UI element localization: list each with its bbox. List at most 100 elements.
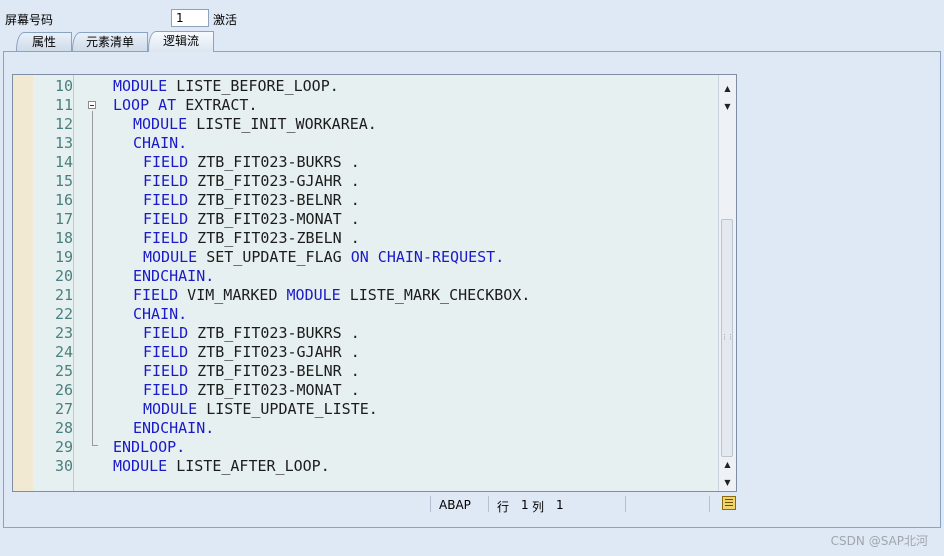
- code-editor[interactable]: 10 MODULE LISTE_BEFORE_LOOP. 11 LOOP AT EXT…: [12, 74, 737, 492]
- code-line[interactable]: 27 MODULE LISTE_UPDATE_LISTE.: [13, 400, 721, 419]
- screen-number-label: 屏幕号码: [5, 13, 54, 27]
- identifier-token: ZTB_FIT023-MONAT .: [188, 381, 360, 399]
- screen-number-input[interactable]: [171, 9, 209, 27]
- line-number: 16: [54, 191, 73, 209]
- tab-attributes[interactable]: 属性: [16, 32, 72, 51]
- code-text: MODULE LISTE_INIT_WORKAREA.: [133, 115, 377, 134]
- code-line[interactable]: 29 ENDLOOP.: [13, 438, 721, 457]
- code-line[interactable]: 17 FIELD ZTB_FIT023-MONAT .: [13, 210, 721, 229]
- line-number: 18: [54, 229, 73, 247]
- code-text: LOOP AT EXTRACT.: [113, 96, 258, 115]
- identifier-token: ZTB_FIT023-BUKRS .: [188, 153, 360, 171]
- line-number: 17: [54, 210, 73, 228]
- keyword-token: MODULE: [143, 400, 198, 418]
- status-separator: [709, 496, 710, 512]
- line-number: 20: [54, 267, 73, 285]
- code-line[interactable]: 18 FIELD ZTB_FIT023-ZBELN .: [13, 229, 721, 248]
- collapse-box-icon[interactable]: [88, 101, 96, 109]
- triangle-up-icon[interactable]: ▲: [719, 457, 736, 473]
- code-line[interactable]: 15 FIELD ZTB_FIT023-GJAHR .: [13, 172, 721, 191]
- line-number: 27: [54, 400, 73, 418]
- identifier-token: ZTB_FIT023-GJAHR .: [188, 343, 360, 361]
- code-line[interactable]: 10 MODULE LISTE_BEFORE_LOOP.: [13, 77, 721, 96]
- status-col-label: 列: [532, 500, 545, 514]
- code-line[interactable]: 24 FIELD ZTB_FIT023-GJAHR .: [13, 343, 721, 362]
- line-number: 11: [54, 96, 73, 114]
- identifier-token: LISTE_UPDATE_LISTE.: [197, 400, 378, 418]
- identifier-token: VIM_MARKED: [178, 286, 287, 304]
- code-line[interactable]: 30 MODULE LISTE_AFTER_LOOP.: [13, 457, 721, 476]
- line-number: 29: [54, 438, 73, 456]
- identifier-token: ZTB_FIT023-BUKRS .: [188, 324, 360, 342]
- line-number: 30: [54, 457, 73, 475]
- keyword-token: FIELD: [143, 229, 189, 247]
- keyword-token: ENDCHAIN.: [133, 419, 215, 437]
- identifier-token: ZTB_FIT023-BELNR .: [188, 362, 360, 380]
- code-line[interactable]: 20 ENDCHAIN.: [13, 267, 721, 286]
- code-line[interactable]: 11 LOOP AT EXTRACT.: [13, 96, 721, 115]
- line-number: 22: [54, 305, 73, 323]
- tab-element-list[interactable]: 元素清单: [72, 32, 148, 51]
- keyword-token: FIELD: [143, 210, 189, 228]
- code-text: ENDCHAIN.: [133, 267, 214, 286]
- identifier-token: SET_UPDATE_FLAG: [197, 248, 351, 266]
- code-line[interactable]: 14 FIELD ZTB_FIT023-BUKRS .: [13, 153, 721, 172]
- code-line[interactable]: 22 CHAIN.: [13, 305, 721, 324]
- status-row-value: 1: [521, 498, 529, 512]
- line-number: 19: [54, 248, 73, 266]
- keyword-token: CHAIN.: [133, 134, 188, 152]
- status-col-value: 1: [556, 498, 564, 512]
- tab-flow-logic[interactable]: 逻辑流: [148, 31, 214, 52]
- line-number: 12: [54, 115, 73, 133]
- keyword-token: FIELD: [143, 191, 189, 209]
- line-number: 23: [54, 324, 73, 342]
- keyword-token: ENDCHAIN.: [133, 267, 215, 285]
- identifier-token: LISTE_INIT_WORKAREA.: [187, 115, 377, 133]
- keyword-token: FIELD: [143, 362, 189, 380]
- code-line[interactable]: 28 ENDCHAIN.: [13, 419, 721, 438]
- code-line[interactable]: 19 MODULE SET_UPDATE_FLAG ON CHAIN-REQUES…: [13, 248, 721, 267]
- code-line[interactable]: 13 CHAIN.: [13, 134, 721, 153]
- identifier-token: ZTB_FIT023-BELNR .: [188, 191, 360, 209]
- identifier-token: ZTB_FIT023-MONAT .: [188, 210, 360, 228]
- code-text: FIELD ZTB_FIT023-ZBELN .: [143, 229, 360, 248]
- tab-label: 属性: [31, 35, 56, 49]
- code-line[interactable]: 12 MODULE LISTE_INIT_WORKAREA.: [13, 115, 721, 134]
- keyword-token: MODULE: [113, 77, 168, 95]
- line-number: 24: [54, 343, 73, 361]
- triangle-down-icon[interactable]: ▼: [719, 475, 736, 491]
- code-line[interactable]: 23 FIELD ZTB_FIT023-BUKRS .: [13, 324, 721, 343]
- line-number: 14: [54, 153, 73, 171]
- code-text: ENDCHAIN.: [133, 419, 214, 438]
- keyword-token: FIELD: [143, 172, 189, 190]
- status-language: ABAP: [439, 498, 471, 512]
- line-number: 25: [54, 362, 73, 380]
- code-text: CHAIN.: [133, 134, 187, 153]
- code-line[interactable]: 16 FIELD ZTB_FIT023-BELNR .: [13, 191, 721, 210]
- triangle-down-icon[interactable]: ▼: [719, 99, 736, 115]
- code-text: FIELD ZTB_FIT023-BELNR .: [143, 191, 360, 210]
- code-text: FIELD ZTB_FIT023-BUKRS .: [143, 153, 360, 172]
- code-text: MODULE SET_UPDATE_FLAG ON CHAIN-REQUEST.: [143, 248, 504, 267]
- identifier-token: ZTB_FIT023-ZBELN .: [188, 229, 360, 247]
- tab-label: 元素清单: [85, 35, 134, 49]
- vertical-scrollbar[interactable]: ▲ ▼ ⋮⋮ ▲ ▼: [718, 75, 736, 491]
- code-line[interactable]: 25 FIELD ZTB_FIT023-BELNR .: [13, 362, 721, 381]
- notepad-icon[interactable]: [722, 496, 736, 510]
- status-separator: [625, 496, 626, 512]
- identifier-token: EXTRACT.: [176, 96, 258, 114]
- line-number: 15: [54, 172, 73, 190]
- line-number: 21: [54, 286, 73, 304]
- code-text: FIELD ZTB_FIT023-BELNR .: [143, 362, 360, 381]
- status-active-label: 激活: [213, 13, 238, 27]
- triangle-up-icon[interactable]: ▲: [719, 81, 736, 97]
- code-text: FIELD VIM_MARKED MODULE LISTE_MARK_CHECK…: [133, 286, 530, 305]
- keyword-token: MODULE: [113, 457, 168, 475]
- code-line[interactable]: 26 FIELD ZTB_FIT023-MONAT .: [13, 381, 721, 400]
- code-text: MODULE LISTE_BEFORE_LOOP.: [113, 77, 339, 96]
- code-text: FIELD ZTB_FIT023-MONAT .: [143, 210, 360, 229]
- code-line[interactable]: 21 FIELD VIM_MARKED MODULE LISTE_MARK_CHE…: [13, 286, 721, 305]
- keyword-token: MODULE: [133, 115, 188, 133]
- tab-label: 逻辑流: [162, 34, 199, 48]
- code-text: FIELD ZTB_FIT023-GJAHR .: [143, 172, 360, 191]
